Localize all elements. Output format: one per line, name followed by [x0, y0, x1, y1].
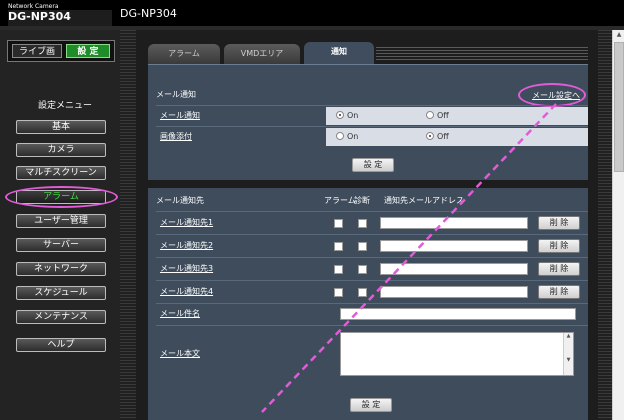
mail-notify-on-radio[interactable]: On: [336, 111, 358, 121]
mail-body-textarea[interactable]: ▲ ▼: [340, 332, 574, 376]
recipients-header-row: メール通知先 アラーム 診断 通知先メールアドレス: [156, 192, 588, 210]
mail-body-row: メール本文 ▲ ▼: [156, 328, 588, 380]
mail-notify-row: メール通知 On Off: [156, 107, 588, 125]
setup-mode-button[interactable]: 設 定: [66, 44, 110, 58]
row-divider: [156, 234, 588, 235]
page-title: DG-NP304: [120, 7, 177, 20]
recipient-1-address-input[interactable]: [380, 217, 528, 229]
image-attach-on-radio[interactable]: On: [336, 132, 358, 142]
sidebar-item-maintenance[interactable]: メンテナンス: [16, 310, 106, 324]
recipient-3-address-input[interactable]: [380, 263, 528, 275]
mode-switch: ライブ画 設 定: [7, 40, 115, 62]
row-divider: [156, 280, 588, 281]
recipient-2-address-input[interactable]: [380, 240, 528, 252]
recipients-heading: メール通知先: [156, 196, 204, 205]
recipient-2-delete-button[interactable]: 削 除: [538, 239, 580, 253]
tab-notification[interactable]: 通知: [304, 42, 374, 64]
radio-on-icon: [426, 132, 434, 140]
recipient-3-label[interactable]: メール通知先3: [160, 260, 213, 278]
recipient-1-delete-button[interactable]: 削 除: [538, 216, 580, 230]
row-divider: [156, 303, 588, 304]
recipient-4-address-input[interactable]: [380, 286, 528, 298]
row-divider: [156, 257, 588, 258]
sidebar-item-user-management[interactable]: ユーザー管理: [16, 214, 106, 228]
recipient-1-diag-checkbox[interactable]: [358, 219, 367, 228]
recipient-row-4: メール通知先4 削 除: [156, 283, 588, 301]
sidebar-item-basic[interactable]: 基本: [16, 120, 106, 134]
col-diag-header: 診断: [354, 196, 370, 205]
sidebar-item-camera[interactable]: カメラ: [16, 143, 106, 157]
col-address-header: 通知先メールアドレス: [384, 196, 464, 205]
image-attach-row: 画像添付 On Off: [156, 128, 588, 146]
row-divider: [156, 105, 588, 106]
col-alarm-header: アラーム: [324, 196, 356, 205]
recipient-4-alarm-checkbox[interactable]: [334, 288, 343, 297]
page-scrollbar[interactable]: ▲: [612, 30, 624, 420]
image-attach-label[interactable]: 画像添付: [160, 128, 192, 146]
recipient-2-diag-checkbox[interactable]: [358, 242, 367, 251]
mail-body-label[interactable]: メール本文: [160, 328, 200, 380]
sidebar-item-network[interactable]: ネットワーク: [16, 262, 106, 276]
row-divider: [156, 126, 588, 127]
sidebar-item-schedule[interactable]: スケジュール: [16, 286, 106, 300]
recipient-3-delete-button[interactable]: 削 除: [538, 262, 580, 276]
decorative-stripes-right: [598, 30, 612, 420]
recipient-2-label[interactable]: メール通知先2: [160, 237, 213, 255]
recipient-3-diag-checkbox[interactable]: [358, 265, 367, 274]
radio-off-icon: [426, 111, 434, 119]
recipient-row-1: メール通知先1 削 除: [156, 214, 588, 232]
recipient-4-label[interactable]: メール通知先4: [160, 283, 213, 301]
recipient-2-alarm-checkbox[interactable]: [334, 242, 343, 251]
settings-menu-heading: 設定メニュー: [38, 101, 93, 111]
decorative-stripes-left: [120, 30, 136, 420]
tab-alarm[interactable]: アラーム: [148, 44, 220, 64]
scroll-up-arrow-icon[interactable]: ▲: [614, 30, 624, 40]
tab-bar-stripes: [376, 47, 588, 61]
recipient-1-alarm-checkbox[interactable]: [334, 219, 343, 228]
image-attach-off-radio[interactable]: Off: [426, 132, 449, 142]
highlight-oval-alarm: [5, 186, 118, 208]
recipient-row-2: メール通知先2 削 除: [156, 237, 588, 255]
title-bar: DG-NP304: [112, 0, 624, 26]
mail-subject-input[interactable]: [340, 308, 576, 320]
sidebar-item-multiscreen[interactable]: マルチスクリーン: [16, 166, 106, 180]
recipient-4-delete-button[interactable]: 削 除: [538, 285, 580, 299]
sidebar-item-help[interactable]: ヘルプ: [16, 338, 106, 352]
recipient-row-3: メール通知先3 削 除: [156, 260, 588, 278]
mail-notify-setup-button[interactable]: 設 定: [352, 158, 394, 172]
mail-notify-heading: メール通知: [156, 90, 196, 99]
recipients-setup-button[interactable]: 設 定: [350, 398, 392, 412]
sidebar-item-server[interactable]: サーバー: [16, 238, 106, 252]
mail-notify-label[interactable]: メール通知: [160, 107, 200, 125]
row-divider: [156, 211, 588, 212]
mail-subject-row: メール件名: [156, 305, 588, 323]
recipient-3-alarm-checkbox[interactable]: [334, 265, 343, 274]
radio-off-icon: [336, 132, 344, 140]
camera-logo: Network Camera DG-NP304: [0, 0, 470, 400]
row-divider: [156, 325, 588, 326]
highlight-oval-settings-link: [518, 83, 586, 107]
logo-subtitle: Network Camera: [8, 3, 59, 10]
tab-vmd-area[interactable]: VMDエリア: [224, 44, 300, 64]
mail-subject-label[interactable]: メール件名: [160, 305, 200, 323]
recipient-4-diag-checkbox[interactable]: [358, 288, 367, 297]
mail-notify-off-radio[interactable]: Off: [426, 111, 449, 121]
recipient-1-label[interactable]: メール通知先1: [160, 214, 213, 232]
live-view-button[interactable]: ライブ画: [12, 44, 62, 58]
textarea-scrollbar[interactable]: ▲ ▼: [563, 333, 573, 375]
scroll-thumb[interactable]: [614, 42, 624, 172]
radio-on-icon: [336, 111, 344, 119]
